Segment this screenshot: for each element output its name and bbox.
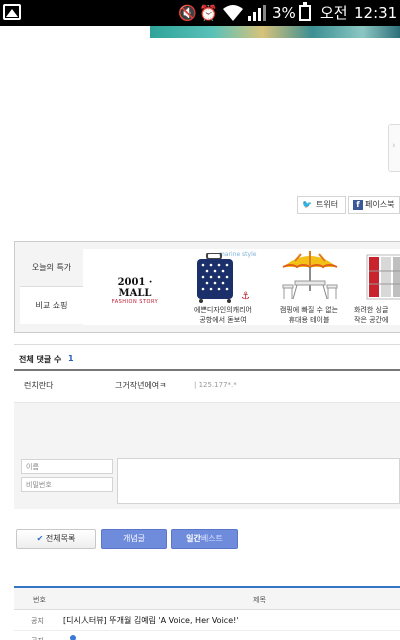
wifi-icon — [222, 4, 244, 26]
comment-ip: | 125.177*.* — [194, 381, 237, 389]
full-list-label: 전체목록 — [45, 534, 76, 543]
table-row[interactable]: 공지 — [14, 631, 400, 640]
cabinet-image — [366, 254, 400, 300]
concept-post-button[interactable]: 개념글 — [101, 529, 167, 549]
battery-percent: 3% — [272, 4, 296, 22]
signal-icon — [248, 5, 266, 25]
clock-time: 12:31 — [354, 4, 398, 22]
comment-text: 그거작년에여ㅋ — [115, 381, 167, 390]
product-suitcase[interactable]: marine style ⚓ 에쁜디자인의캐리어 공항에서 돋보여 — [183, 249, 263, 325]
product-caption: 화려한 싱글 작은 공간에 — [354, 306, 389, 324]
shopping-products: 2001 · MALL FASHION STORY marine style ⚓… — [83, 249, 400, 325]
full-list-button[interactable]: ✔ 전체목록 — [16, 529, 96, 549]
name-input[interactable]: 이름 — [21, 459, 113, 474]
comment-item: 런치란다 그거작년에여ㅋ | 125.177*.* — [14, 371, 400, 403]
product-caption: 에쁜디자인의캐리어 공항에서 돋보여 — [194, 306, 252, 324]
shopping-tabs: 오늘의 특가 비교 쇼핑 — [20, 249, 83, 325]
tab-compare-shopping[interactable]: 비교 쇼핑 — [20, 287, 83, 324]
check-icon: ✔ — [36, 534, 44, 543]
column-title: 제목 — [253, 596, 266, 604]
mall-logo-main: 2001 · MALL — [117, 277, 153, 299]
anchor-icon: ⚓ — [241, 291, 250, 302]
suitcase-image — [197, 253, 233, 303]
divider — [14, 344, 400, 345]
top-banner-image[interactable] — [150, 26, 400, 38]
comment-count: 1 — [68, 354, 74, 363]
battery-icon — [299, 2, 311, 21]
side-tab-glyph: › — [392, 141, 396, 151]
table-row[interactable]: 공지 [디시人터뷰] 뚜개월 김예림 'A Voice, Her Voice!' — [14, 611, 400, 631]
daily-best-suffix: 베스트 — [200, 534, 223, 543]
product-cabinet[interactable]: 화려한 싱글 작은 공간에 — [353, 249, 400, 325]
daily-best-button[interactable]: 일간베스트 — [171, 529, 238, 549]
alarm-icon: ⏰ — [199, 4, 218, 22]
daily-best-prefix: 일간 — [186, 534, 201, 543]
facebook-label: 페이스북 — [365, 200, 395, 209]
notice-bullet-icon — [70, 635, 76, 640]
product-caption: 캠핑에 빠질 수 없는 휴대용 테이블 — [279, 306, 339, 324]
twitter-label: 트위터 — [316, 200, 339, 209]
side-scroll-tab[interactable]: › — [388, 124, 400, 172]
row-title[interactable]: [디시人터뷰] 뚜개월 김예림 'A Voice, Her Voice!' — [63, 611, 239, 631]
row-type: 공지 — [31, 631, 44, 640]
password-input[interactable]: 비밀번호 — [21, 477, 113, 492]
column-number: 번호 — [33, 596, 46, 604]
comment-textarea[interactable] — [117, 458, 400, 504]
comment-count-label: 전체 댓글 수 — [19, 355, 62, 364]
concept-post-label: 개념글 — [122, 534, 146, 543]
camping-table-image — [282, 251, 338, 300]
facebook-icon: f — [353, 200, 363, 210]
mall-logo[interactable]: 2001 · MALL FASHION STORY — [101, 277, 169, 305]
row-type: 공지 — [31, 617, 44, 625]
table-header: 번호 제목 — [14, 588, 400, 610]
status-bar: 🔇 ⏰ 3% 오전 12:31 — [0, 0, 400, 26]
gallery-notification-icon — [3, 4, 21, 20]
tab-today-deal[interactable]: 오늘의 특가 — [20, 249, 83, 287]
mall-logo-sub: FASHION STORY — [111, 299, 159, 305]
mute-icon: 🔇 — [178, 4, 197, 22]
product-camping-table[interactable]: 캠핑에 빠질 수 없는 휴대용 테이블 — [271, 249, 347, 325]
clock-ampm: 오전 — [320, 4, 348, 22]
comment-author[interactable]: 런치란다 — [24, 380, 53, 391]
facebook-share-button[interactable]: f 페이스북 — [348, 196, 400, 214]
twitter-share-button[interactable]: 🐦 트위터 — [297, 196, 346, 214]
twitter-icon: 🐦 — [302, 200, 312, 209]
